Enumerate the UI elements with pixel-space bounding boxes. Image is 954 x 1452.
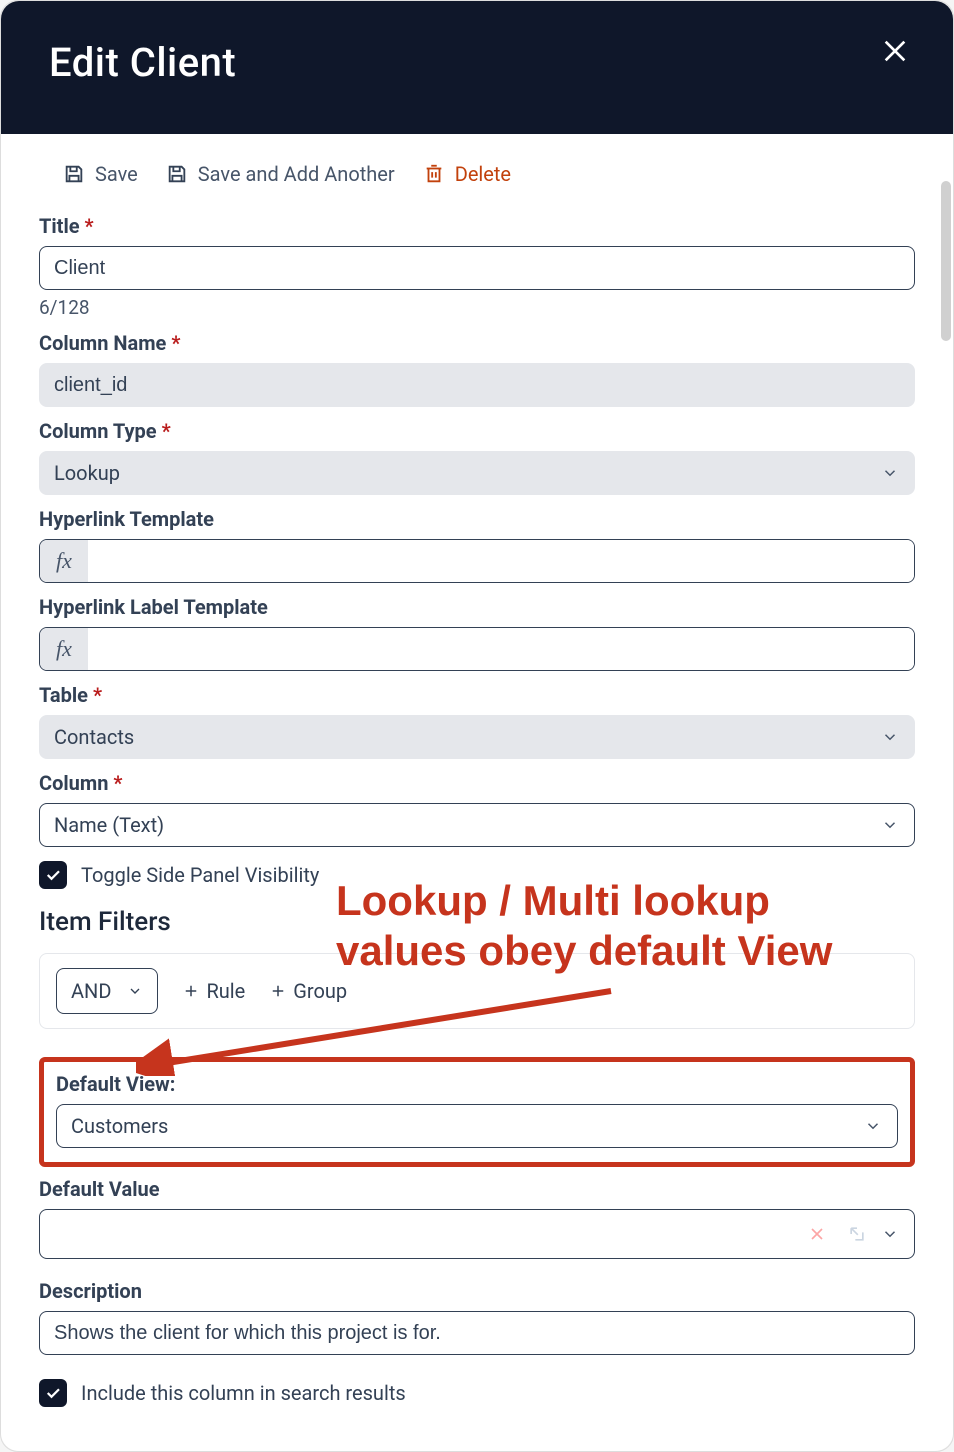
- add-rule-label: Rule: [206, 979, 245, 1003]
- save-add-another-button[interactable]: Save and Add Another: [166, 162, 395, 186]
- column-label: Column *: [39, 771, 915, 795]
- item-filters-bar: AND Rule Group: [39, 953, 915, 1029]
- modal-title: Edit Client: [49, 39, 905, 86]
- column-type-select[interactable]: Lookup: [39, 451, 915, 495]
- plus-icon: [182, 982, 200, 1000]
- delete-label: Delete: [455, 162, 511, 186]
- include-search-label: Include this column in search results: [81, 1381, 406, 1405]
- title-label: Title *: [39, 214, 915, 238]
- chevron-down-icon: [127, 983, 143, 999]
- default-value-label: Default Value: [39, 1177, 915, 1201]
- column-type-label: Column Type *: [39, 419, 915, 443]
- title-char-count: 6/128: [39, 296, 915, 319]
- close-icon: [879, 35, 911, 67]
- item-filters-heading: Item Filters: [39, 907, 915, 937]
- column-name-input: [39, 363, 915, 407]
- table-select[interactable]: Contacts: [39, 715, 915, 759]
- hyperlink-label-template-field[interactable]: fx: [39, 627, 915, 671]
- save-icon: [63, 163, 85, 185]
- save-add-label: Save and Add Another: [198, 162, 395, 186]
- hyperlink-template-label: Hyperlink Template: [39, 507, 915, 531]
- description-input[interactable]: [39, 1311, 915, 1355]
- check-icon: [44, 866, 62, 884]
- column-select[interactable]: Name (Text): [39, 803, 915, 847]
- save-icon: [166, 163, 188, 185]
- hyperlink-template-input[interactable]: [88, 540, 914, 582]
- hyperlink-template-field[interactable]: fx: [39, 539, 915, 583]
- chevron-down-icon: [881, 1225, 899, 1243]
- default-view-label: Default View:: [56, 1072, 898, 1096]
- add-rule-button[interactable]: Rule: [182, 979, 245, 1003]
- filter-operator-value: AND: [71, 979, 111, 1003]
- hyperlink-label-template-input[interactable]: [88, 628, 914, 670]
- column-name-label: Column Name *: [39, 331, 915, 355]
- check-icon: [44, 1384, 62, 1402]
- modal-body: Save Save and Add Another Delete Title *…: [1, 134, 953, 1451]
- clear-icon[interactable]: [807, 1224, 827, 1244]
- toggle-side-panel-label: Toggle Side Panel Visibility: [81, 863, 319, 887]
- open-external-icon[interactable]: [847, 1224, 867, 1244]
- add-group-button[interactable]: Group: [269, 979, 347, 1003]
- scrollbar[interactable]: [941, 181, 951, 341]
- default-value-select[interactable]: [39, 1209, 915, 1259]
- add-group-label: Group: [293, 979, 347, 1003]
- toggle-side-panel-checkbox[interactable]: [39, 861, 67, 889]
- fx-icon: fx: [40, 628, 88, 670]
- include-search-checkbox[interactable]: [39, 1379, 67, 1407]
- filter-operator-select[interactable]: AND: [56, 968, 158, 1014]
- plus-icon: [269, 982, 287, 1000]
- save-label: Save: [95, 162, 138, 186]
- fx-icon: fx: [40, 540, 88, 582]
- trash-icon: [423, 163, 445, 185]
- default-view-highlight: Default View: Customers: [39, 1057, 915, 1167]
- default-view-select[interactable]: Customers: [56, 1104, 898, 1148]
- save-button[interactable]: Save: [63, 162, 138, 186]
- action-toolbar: Save Save and Add Another Delete: [39, 162, 915, 186]
- description-label: Description: [39, 1279, 915, 1303]
- delete-button[interactable]: Delete: [423, 162, 511, 186]
- close-button[interactable]: [879, 35, 911, 67]
- title-input[interactable]: [39, 246, 915, 290]
- modal-header: Edit Client: [1, 1, 953, 134]
- table-label: Table *: [39, 683, 915, 707]
- hyperlink-label-template-label: Hyperlink Label Template: [39, 595, 915, 619]
